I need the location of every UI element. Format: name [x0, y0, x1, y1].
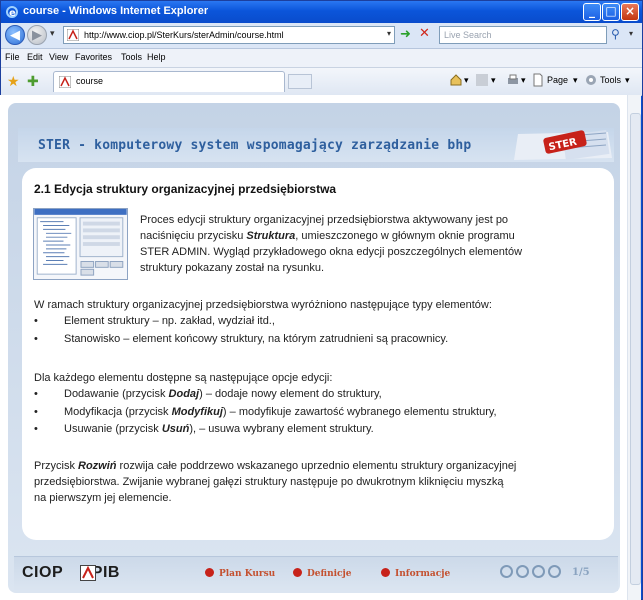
intro-line-3: STER ADMIN. Wygląd przykładowego okna ed… — [140, 246, 523, 258]
tab-command-bar: ★ ✚ course ▾ ▾ ▾ Page ▾ Tools ▾ — [1, 68, 642, 96]
ciop-favicon-icon — [59, 76, 71, 88]
search-placeholder: Live Search — [444, 30, 492, 40]
address-toolbar: ◀ ▶ ▾ http://www.ciop.pl/SterKurs/sterAd… — [1, 23, 642, 49]
nav-definicje[interactable]: Definicje — [293, 568, 352, 579]
print-dropdown-icon[interactable]: ▾ — [521, 75, 526, 86]
recent-pages-dropdown-icon[interactable]: ▾ — [50, 29, 55, 39]
last-page-icon[interactable] — [548, 565, 561, 578]
address-dropdown-icon[interactable]: ▾ — [387, 29, 391, 38]
tab-course[interactable]: course — [53, 71, 285, 92]
tools-dropdown-icon[interactable]: ▾ — [625, 75, 630, 86]
page-dropdown-icon[interactable]: ▾ — [573, 75, 578, 86]
prev-page-icon[interactable] — [516, 565, 529, 578]
bullet-icon — [205, 568, 214, 577]
tab-label: course — [76, 76, 104, 86]
search-options-icon[interactable]: ▾ — [629, 29, 633, 38]
feeds-dropdown-icon[interactable]: ▾ — [491, 75, 496, 86]
search-icon[interactable]: ⚲ — [611, 27, 620, 41]
first-page-icon[interactable] — [500, 565, 513, 578]
address-url: http://www.ciop.pl/SterKurs/sterAdmin/co… — [84, 30, 284, 40]
ciop-text: CIOP — [22, 564, 63, 581]
ie-logo-icon: e — [6, 6, 18, 19]
close-button[interactable]: × — [621, 3, 639, 21]
back-button[interactable]: ◀ — [5, 25, 25, 45]
stop-icon[interactable]: ✕ — [419, 27, 433, 41]
home-dropdown-icon[interactable]: ▾ — [464, 75, 469, 86]
menu-help[interactable]: Help — [147, 52, 166, 62]
home-icon[interactable] — [449, 73, 463, 87]
menu-view[interactable]: View — [49, 52, 68, 62]
forward-arrow-icon: ▶ — [32, 28, 42, 43]
menu-tools[interactable]: Tools — [121, 52, 142, 62]
vertical-scrollbar[interactable] — [627, 95, 641, 600]
nav-informacje[interactable]: Informacje — [381, 568, 450, 579]
closing-line-1: Przycisk Rozwiń rozwija całe poddrzewo w… — [34, 460, 517, 472]
structure-window-screenshot[interactable] — [33, 208, 128, 280]
title-bar: e course - Windows Internet Explorer _ □… — [1, 1, 642, 23]
intro-line-1: Proces edycji struktury organizacyjnej p… — [140, 214, 509, 226]
menu-bar: File Edit View Favorites Tools Help — [1, 49, 642, 68]
add-favorites-icon[interactable]: ✚ — [27, 74, 39, 90]
print-icon[interactable] — [506, 73, 520, 87]
page-navigation-dots[interactable] — [500, 565, 564, 583]
menu-edit[interactable]: Edit — [27, 52, 43, 62]
minimize-button[interactable]: _ — [583, 3, 601, 21]
intro-line-2: naciśnięciu przycisku Struktura, umieszc… — [140, 230, 515, 242]
ciop-pib-logo: CIOP PIB — [22, 564, 120, 582]
svg-text:e: e — [9, 8, 16, 19]
next-page-icon[interactable] — [532, 565, 545, 578]
section-title: 2.1 Edycja struktury organizacyjnej prze… — [34, 182, 337, 196]
page-menu[interactable]: Page — [547, 75, 568, 85]
feeds-icon[interactable] — [475, 73, 489, 87]
go-arrow-icon[interactable]: ➜ — [400, 28, 414, 42]
bullet-icon — [293, 568, 302, 577]
closing-line-2: przedsiębiorstwa. Zwijanie wybranej gałę… — [34, 476, 504, 488]
types-intro: W ramach struktury organizacyjnej przeds… — [34, 299, 492, 311]
maximize-button[interactable]: □ — [602, 3, 620, 21]
course-header-title: STER - komputerowy system wspomagający z… — [38, 138, 472, 153]
ciop-mark-icon — [80, 565, 96, 581]
address-bar[interactable]: http://www.ciop.pl/SterKurs/sterAdmin/co… — [63, 26, 395, 44]
favorites-star-icon[interactable]: ★ — [7, 74, 20, 90]
page-indicator: 1/5 — [572, 567, 590, 578]
ciop-favicon-icon — [67, 29, 79, 41]
page-icon[interactable] — [531, 73, 545, 87]
ster-logo: STER — [514, 130, 612, 160]
intro-line-4: struktury pokazany został na rysunku. — [140, 262, 325, 274]
new-tab-button[interactable] — [288, 74, 312, 89]
nav-plan-kursu[interactable]: Plan Kursu — [205, 568, 275, 579]
options-intro: Dla każdego elementu dostępne są następu… — [34, 372, 333, 384]
closing-line-3: na pierwszym jej elemencie. — [34, 492, 172, 504]
menu-favorites[interactable]: Favorites — [75, 52, 112, 62]
scrollbar-thumb[interactable] — [630, 113, 641, 585]
window-title: course - Windows Internet Explorer — [23, 5, 209, 17]
search-input[interactable]: Live Search — [439, 26, 607, 44]
pib-text: PIB — [91, 564, 120, 581]
menu-file[interactable]: File — [5, 52, 20, 62]
tools-menu[interactable]: Tools — [600, 75, 621, 85]
back-arrow-icon: ◀ — [10, 28, 20, 43]
tools-gear-icon[interactable] — [584, 73, 598, 87]
forward-button[interactable]: ▶ — [27, 25, 47, 45]
bullet-icon — [381, 568, 390, 577]
